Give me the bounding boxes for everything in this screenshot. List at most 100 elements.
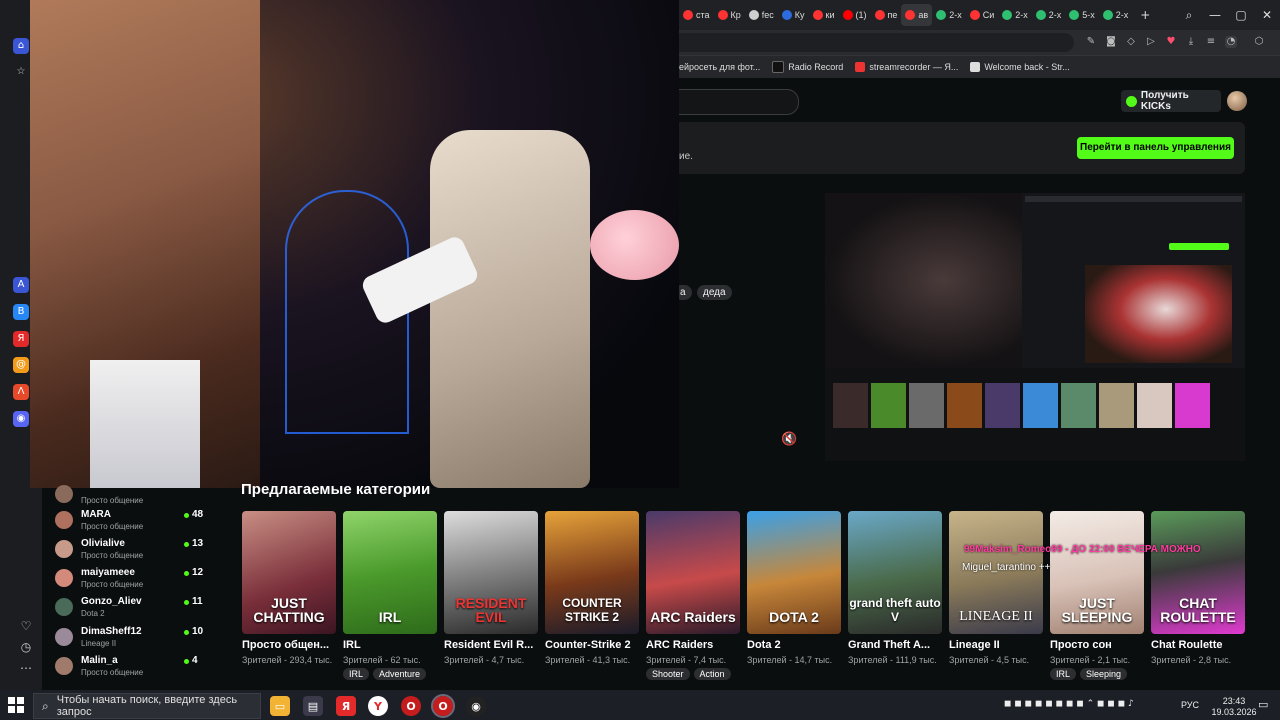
more-icon[interactable]: ⋯ [18, 661, 34, 677]
followed-channel[interactable]: DimaSheff12 Lineage II 10 [55, 626, 205, 654]
followed-channel[interactable]: Gonzo_Aliev Dota 2 11 [55, 596, 205, 624]
browser-tab[interactable]: ки [809, 4, 839, 26]
category-tag[interactable]: Shooter [646, 668, 690, 680]
category-logo: DOTA 2 [769, 609, 819, 625]
category-card[interactable]: LINEAGE II Lineage II Зрителей - 4,5 тыс… [949, 511, 1043, 665]
maximize-icon[interactable]: ▢ [1228, 8, 1254, 22]
new-tab-icon[interactable]: + [1132, 8, 1158, 22]
category-card[interactable]: grand theft auto V Grand Theft A... Зрит… [848, 511, 942, 665]
category-card[interactable]: RESIDENT EVIL Resident Evil R... Зрителе… [444, 511, 538, 665]
category-logo: IRL [378, 609, 402, 625]
browser-tab[interactable]: (1) [839, 4, 871, 26]
browser-tab[interactable]: Ку [778, 4, 809, 26]
bookmark-item[interactable]: ейросеть для фот... [679, 62, 760, 72]
mail-icon[interactable]: @ [13, 357, 29, 373]
aria-icon[interactable]: A [13, 277, 29, 293]
category-card[interactable]: JUST SLEEPING Просто сон Зрителей - 2,1 … [1050, 511, 1144, 680]
category-viewers: Зрителей - 2,8 тыс. [1151, 655, 1232, 665]
language-indicator[interactable]: РУС [1181, 700, 1199, 710]
get-kicks-button[interactable]: Получить KICKs [1121, 90, 1221, 112]
category-card[interactable]: JUST CHATTING Просто общен... Зрителей -… [242, 511, 336, 665]
browser-tab[interactable]: ста [679, 4, 714, 26]
bookmark-item[interactable]: Welcome back - Str... [970, 62, 1070, 72]
taskbar-search[interactable]: ⌕ Чтобы начать поиск, введите здесь запр… [33, 693, 261, 719]
category-name: ARC Raiders [646, 639, 714, 651]
category-tag[interactable]: IRL [343, 668, 370, 680]
category-card[interactable]: CHAT ROULETTE Chat Roulette Зрителей - 2… [1151, 511, 1245, 665]
category-tag[interactable]: Action [693, 668, 731, 680]
edit-icon[interactable]: ✎ [1085, 36, 1097, 48]
video-player[interactable] [30, 0, 679, 488]
browser-tab[interactable]: 5-х [1065, 4, 1099, 26]
category-tag[interactable]: IRL [1050, 668, 1077, 680]
live-dot-icon [184, 513, 189, 518]
download-icon[interactable]: ⤓ [1185, 36, 1197, 48]
live-dot-icon [184, 571, 189, 576]
close-icon[interactable]: ✕ [1254, 8, 1280, 22]
category-card[interactable]: IRL IRL Зрителей - 62 тыс. IRL Adventure [343, 511, 437, 680]
camera-icon[interactable]: ◙ [1105, 36, 1117, 48]
store-icon[interactable]: ▤ [303, 696, 323, 716]
yandex-icon[interactable]: Я [13, 331, 29, 347]
history-icon[interactable]: ◷ [18, 640, 34, 656]
obs-icon[interactable]: ◉ [466, 696, 486, 716]
category-card[interactable]: ARC Raiders ARC Raiders Зрителей - 7,4 т… [646, 511, 740, 680]
browser-tab[interactable]: 2-х [1099, 4, 1133, 26]
shield-icon[interactable]: ◇ [1125, 36, 1137, 48]
star-icon[interactable]: ☆ [13, 64, 29, 80]
tab-favicon-icon [1002, 10, 1013, 20]
followed-channel[interactable]: Просто общение [55, 483, 205, 511]
browser-tab-active[interactable]: ав [901, 4, 933, 26]
minimize-icon[interactable]: — [1202, 8, 1228, 22]
heart-icon[interactable]: ♥ [1165, 36, 1177, 48]
notifications-icon[interactable]: ▭ [1258, 698, 1268, 711]
address-bar: ✎ ◙ ◇ ▷ ♥ ⤓ ≡ ◔ ⬡ [679, 30, 1280, 56]
extensions-icon[interactable]: ⬡ [1253, 36, 1265, 48]
home-icon[interactable]: ⌂ [13, 38, 29, 54]
category-card[interactable]: COUNTER STRIKE 2 Counter-Strike 2 Зрител… [545, 511, 639, 665]
url-field[interactable] [679, 33, 1074, 52]
opera-icon[interactable]: O [401, 696, 421, 716]
bookmark-item[interactable]: streamrecorder — Я... [855, 62, 958, 72]
discord-icon[interactable]: ◉ [13, 411, 29, 427]
channel-category: Просто общение [81, 551, 144, 560]
browser-tab[interactable]: 2-х [1032, 4, 1066, 26]
tab-label: 2-х [1015, 10, 1028, 20]
heart-icon[interactable]: ♡ [18, 619, 34, 635]
followed-channel[interactable]: maiyameee Просто общение 12 [55, 567, 205, 595]
browser-tab[interactable]: Кр [714, 4, 745, 26]
yandex-icon[interactable]: Я [336, 696, 356, 716]
file-explorer-icon[interactable]: ▭ [270, 696, 290, 716]
search-input[interactable] [679, 89, 799, 115]
search-icon[interactable]: ⌕ [1176, 8, 1202, 23]
app-icon[interactable]: Λ [13, 384, 29, 400]
tray-icons[interactable]: ◼ ◼ ◼ ◼ ◼ ◼ ◼ ◼ ⌃ ◼ ◼ ◼ ♪ [1004, 699, 1134, 709]
taskbar-search-placeholder: Чтобы начать поиск, введите здесь запрос [56, 694, 238, 718]
vk-icon[interactable]: В [13, 304, 29, 320]
stream-tag[interactable]: деда [697, 285, 732, 300]
category-tag[interactable]: Adventure [373, 668, 427, 680]
avatar[interactable] [1227, 91, 1247, 111]
category-tag[interactable]: Sleeping [1080, 668, 1128, 680]
play-icon[interactable]: ▷ [1145, 36, 1157, 48]
category-card[interactable]: DOTA 2 Dota 2 Зрителей - 14,7 тыс. [747, 511, 841, 665]
followed-channel[interactable]: Malin_a Просто общение 4 [55, 655, 205, 683]
browser-tab[interactable]: 2-х [998, 4, 1032, 26]
menu-icon[interactable]: ≡ [1205, 36, 1217, 48]
followed-channel[interactable]: Olivialive Просто общение 13 [55, 538, 205, 566]
browser-tab[interactable]: пе [871, 4, 902, 26]
clock-time[interactable]: 23:43 [1214, 696, 1254, 706]
dashboard-button[interactable]: Перейти в панель управления [1077, 137, 1234, 159]
windows-start-icon[interactable] [8, 697, 24, 713]
opera-active-icon[interactable]: O [431, 694, 455, 718]
mute-icon[interactable]: 🔇 [781, 432, 797, 448]
bookmark-item[interactable]: Radio Record [772, 61, 843, 73]
browser-tab[interactable]: Си [966, 4, 999, 26]
followed-channel[interactable]: MARA Просто общение 48 [55, 509, 205, 537]
clock-date[interactable]: 19.03.2026 [1210, 707, 1258, 717]
profile-icon[interactable]: ◔ [1225, 36, 1237, 48]
tab-favicon-icon [1069, 10, 1080, 20]
browser-tab[interactable]: fec [745, 4, 778, 26]
yandex-browser-icon[interactable]: Y [368, 696, 388, 716]
browser-tab[interactable]: 2-х [932, 4, 966, 26]
